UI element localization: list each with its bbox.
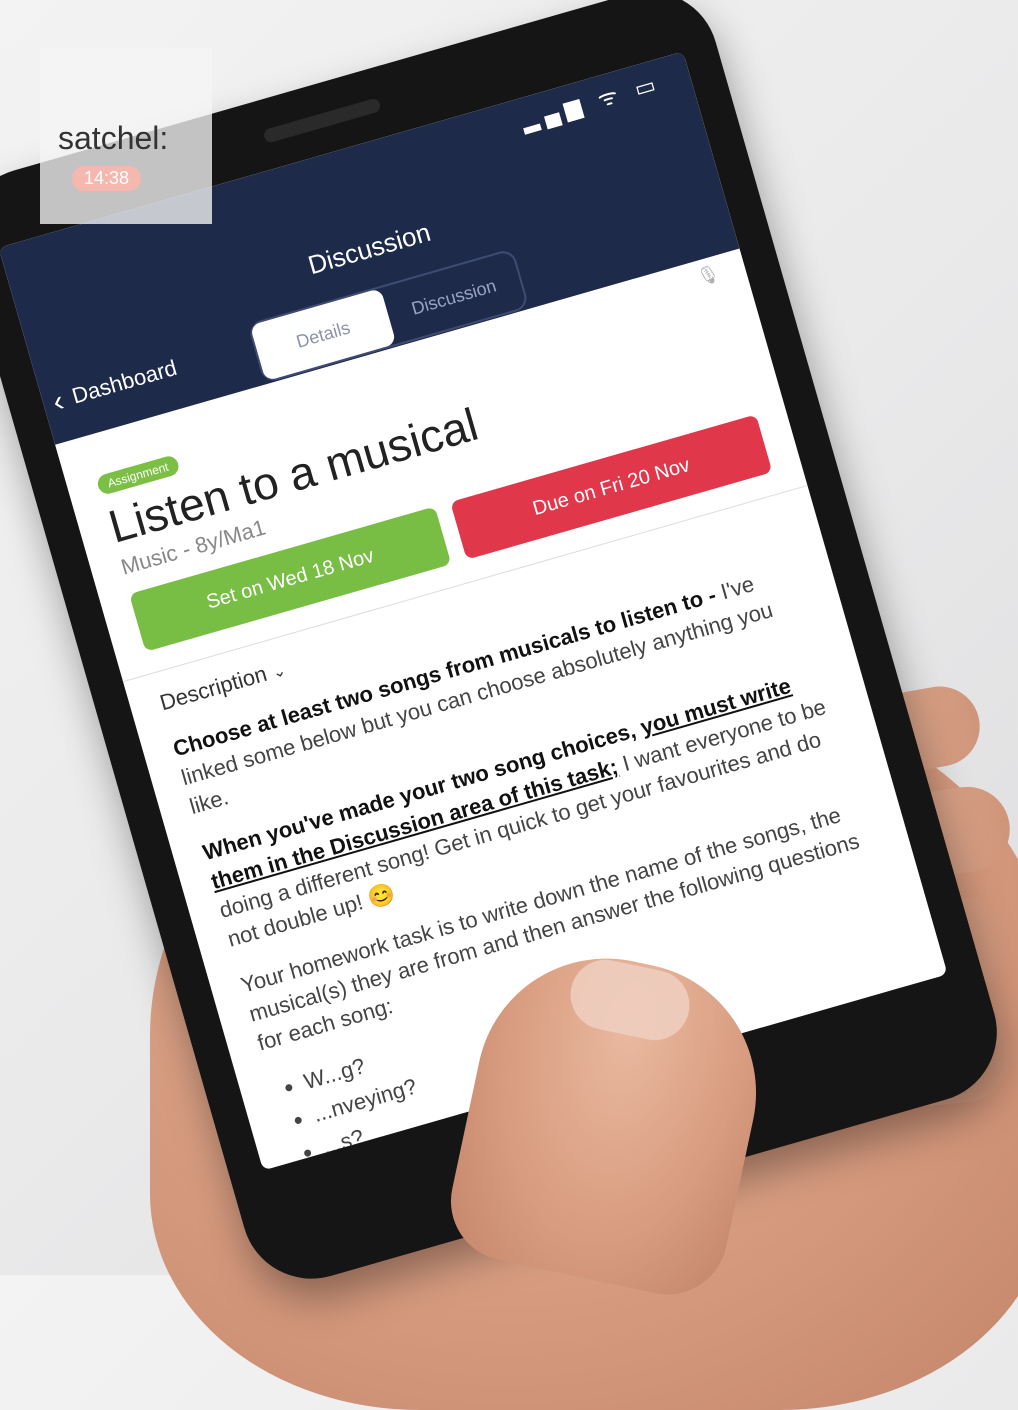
description-label: Description (156, 660, 270, 716)
back-button[interactable]: ‹ Dashboard (49, 352, 181, 420)
speaker-grille (262, 97, 382, 144)
back-label: Dashboard (69, 354, 180, 409)
chevron-down-icon: ⌄ (270, 662, 289, 683)
satchel-logo-text: satchel: (58, 120, 169, 156)
time-badge: 14:38 (72, 166, 142, 191)
chevron-left-icon: ‹ (49, 384, 68, 419)
watermark-overlay: satchel: 14:38 (40, 48, 212, 224)
status-icons: ▂▄▆ ᯤ ▭ (518, 70, 665, 135)
